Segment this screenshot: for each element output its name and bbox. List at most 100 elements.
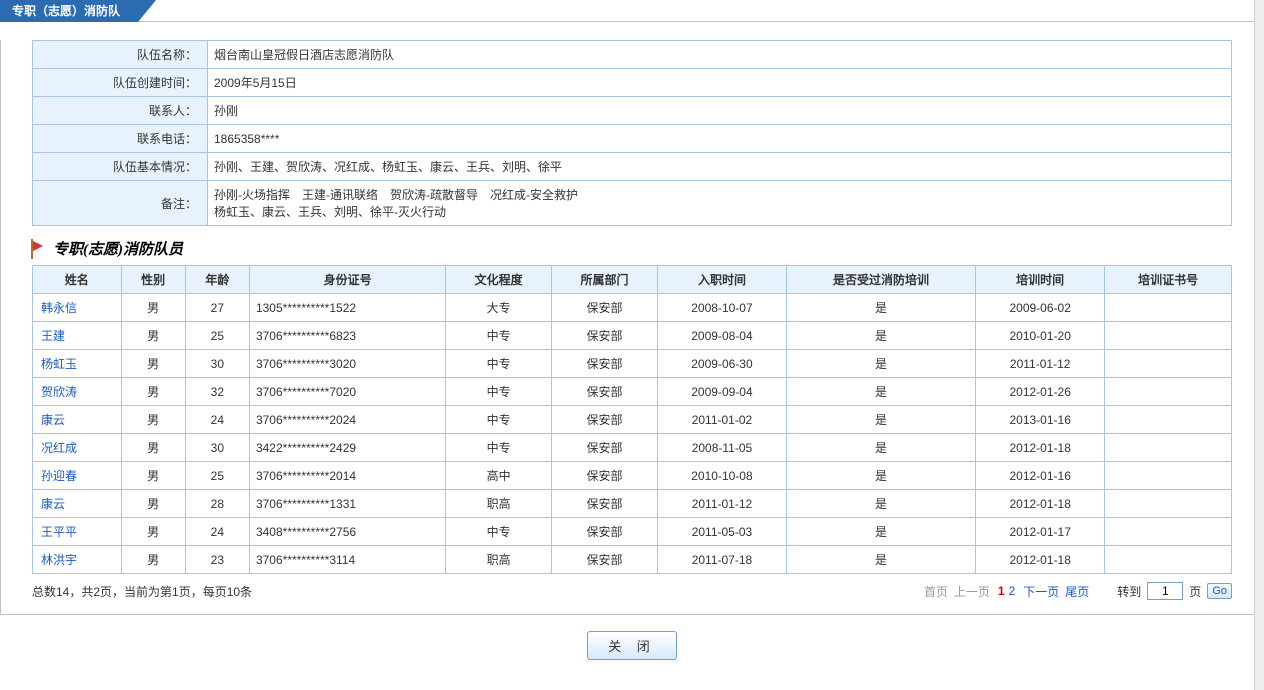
cell[interactable]: 林洪宇: [33, 546, 122, 574]
col-header-8: 培训时间: [976, 266, 1105, 294]
name-link[interactable]: 康云: [41, 497, 65, 511]
pager-jump-input[interactable]: [1147, 582, 1183, 600]
name-link[interactable]: 杨虹玉: [41, 357, 77, 371]
table-row: 康云男283706**********1331职高保安部2011-01-12是2…: [33, 490, 1232, 518]
cell: 职高: [446, 546, 552, 574]
cell: 2008-10-07: [657, 294, 786, 322]
cell: 1305**********1522: [249, 294, 445, 322]
tab-active[interactable]: 专职（志愿）消防队: [0, 0, 138, 22]
col-header-0: 姓名: [33, 266, 122, 294]
cell: 32: [185, 378, 249, 406]
cell: 2010-01-20: [976, 322, 1105, 350]
name-link[interactable]: 孙迎春: [41, 469, 77, 483]
col-header-1: 性别: [121, 266, 185, 294]
cell: 保安部: [552, 518, 658, 546]
table-row: 孙迎春男253706**********2014高中保安部2010-10-08是…: [33, 462, 1232, 490]
value-contact: 孙刚: [208, 97, 1232, 125]
cell: 2009-06-02: [976, 294, 1105, 322]
flag-icon: [31, 239, 45, 259]
cell: [1105, 546, 1232, 574]
name-link[interactable]: 王建: [41, 329, 65, 343]
cell: [1105, 378, 1232, 406]
name-link[interactable]: 王平平: [41, 525, 77, 539]
section-title-text: 专职(志愿)消防队员: [53, 238, 183, 259]
cell: 中专: [446, 378, 552, 406]
col-header-3: 身份证号: [249, 266, 445, 294]
table-row: 王建男253706**********6823中专保安部2009-08-04是2…: [33, 322, 1232, 350]
cell[interactable]: 况红成: [33, 434, 122, 462]
pager-page-2[interactable]: 2: [1009, 584, 1016, 598]
cell: 保安部: [552, 378, 658, 406]
cell: 28: [185, 490, 249, 518]
cell: 是: [786, 546, 975, 574]
table-row: 康云男243706**********2024中专保安部2011-01-02是2…: [33, 406, 1232, 434]
cell: 2012-01-18: [976, 490, 1105, 518]
cell: 2012-01-18: [976, 546, 1105, 574]
section-title: 专职(志愿)消防队员: [31, 238, 1263, 259]
cell: 是: [786, 462, 975, 490]
col-header-4: 文化程度: [446, 266, 552, 294]
cell: [1105, 406, 1232, 434]
cell: 2009-08-04: [657, 322, 786, 350]
col-header-2: 年龄: [185, 266, 249, 294]
cell[interactable]: 康云: [33, 490, 122, 518]
cell[interactable]: 王平平: [33, 518, 122, 546]
pager-next[interactable]: 下一页: [1023, 583, 1059, 600]
value-team-name: 烟台南山皇冠假日酒店志愿消防队: [208, 41, 1232, 69]
cell[interactable]: 王建: [33, 322, 122, 350]
cell: 是: [786, 490, 975, 518]
pager-page-1[interactable]: 1: [998, 584, 1005, 598]
cell: 是: [786, 294, 975, 322]
cell: 3706**********3020: [249, 350, 445, 378]
pager-prev[interactable]: 上一页: [954, 583, 990, 600]
cell: 保安部: [552, 322, 658, 350]
cell: 男: [121, 546, 185, 574]
name-link[interactable]: 贺欣涛: [41, 385, 77, 399]
value-summary: 孙刚、王建、贺欣涛、况红成、杨虹玉、康云、王兵、刘明、徐平: [208, 153, 1232, 181]
pager-last[interactable]: 尾页: [1065, 583, 1089, 600]
name-link[interactable]: 况红成: [41, 441, 77, 455]
cell: 保安部: [552, 406, 658, 434]
cell: 2009-09-04: [657, 378, 786, 406]
cell[interactable]: 韩永信: [33, 294, 122, 322]
table-row: 况红成男303422**********2429中专保安部2008-11-05是…: [33, 434, 1232, 462]
name-link[interactable]: 林洪宇: [41, 553, 77, 567]
col-header-7: 是否受过消防培训: [786, 266, 975, 294]
cell: 2012-01-17: [976, 518, 1105, 546]
cell: 是: [786, 378, 975, 406]
cell: [1105, 518, 1232, 546]
cell: 男: [121, 434, 185, 462]
cell: 男: [121, 490, 185, 518]
cell: 2010-10-08: [657, 462, 786, 490]
label-phone: 联系电话：: [33, 125, 208, 153]
cell: 男: [121, 518, 185, 546]
cell: 2013-01-16: [976, 406, 1105, 434]
pager-go-button[interactable]: Go: [1207, 583, 1232, 599]
cell: 男: [121, 462, 185, 490]
close-button[interactable]: 关 闭: [587, 631, 677, 660]
cell: 2012-01-18: [976, 434, 1105, 462]
scrollbar-track[interactable]: [1254, 0, 1264, 690]
footer: 关 闭: [0, 615, 1264, 690]
cell: 2011-01-12: [976, 350, 1105, 378]
cell: 保安部: [552, 434, 658, 462]
cell: 2011-07-18: [657, 546, 786, 574]
cell[interactable]: 贺欣涛: [33, 378, 122, 406]
cell[interactable]: 康云: [33, 406, 122, 434]
members-table: 姓名性别年龄身份证号文化程度所属部门入职时间是否受过消防培训培训时间培训证书号 …: [32, 265, 1232, 574]
cell[interactable]: 杨虹玉: [33, 350, 122, 378]
cell: 2011-05-03: [657, 518, 786, 546]
pager-jump-label: 转到: [1117, 583, 1141, 600]
cell: 中专: [446, 350, 552, 378]
remark-line1: 孙刚-火场指挥 王建-通讯联络 贺欣涛-疏散督导 况红成-安全救护: [214, 186, 1223, 203]
label-team-name: 队伍名称：: [33, 41, 208, 69]
cell: 中专: [446, 434, 552, 462]
name-link[interactable]: 韩永信: [41, 301, 77, 315]
name-link[interactable]: 康云: [41, 413, 65, 427]
cell[interactable]: 孙迎春: [33, 462, 122, 490]
cell: 保安部: [552, 462, 658, 490]
cell: 男: [121, 378, 185, 406]
cell: 3706**********2024: [249, 406, 445, 434]
table-row: 杨虹玉男303706**********3020中专保安部2009-06-30是…: [33, 350, 1232, 378]
pager-first[interactable]: 首页: [924, 583, 948, 600]
